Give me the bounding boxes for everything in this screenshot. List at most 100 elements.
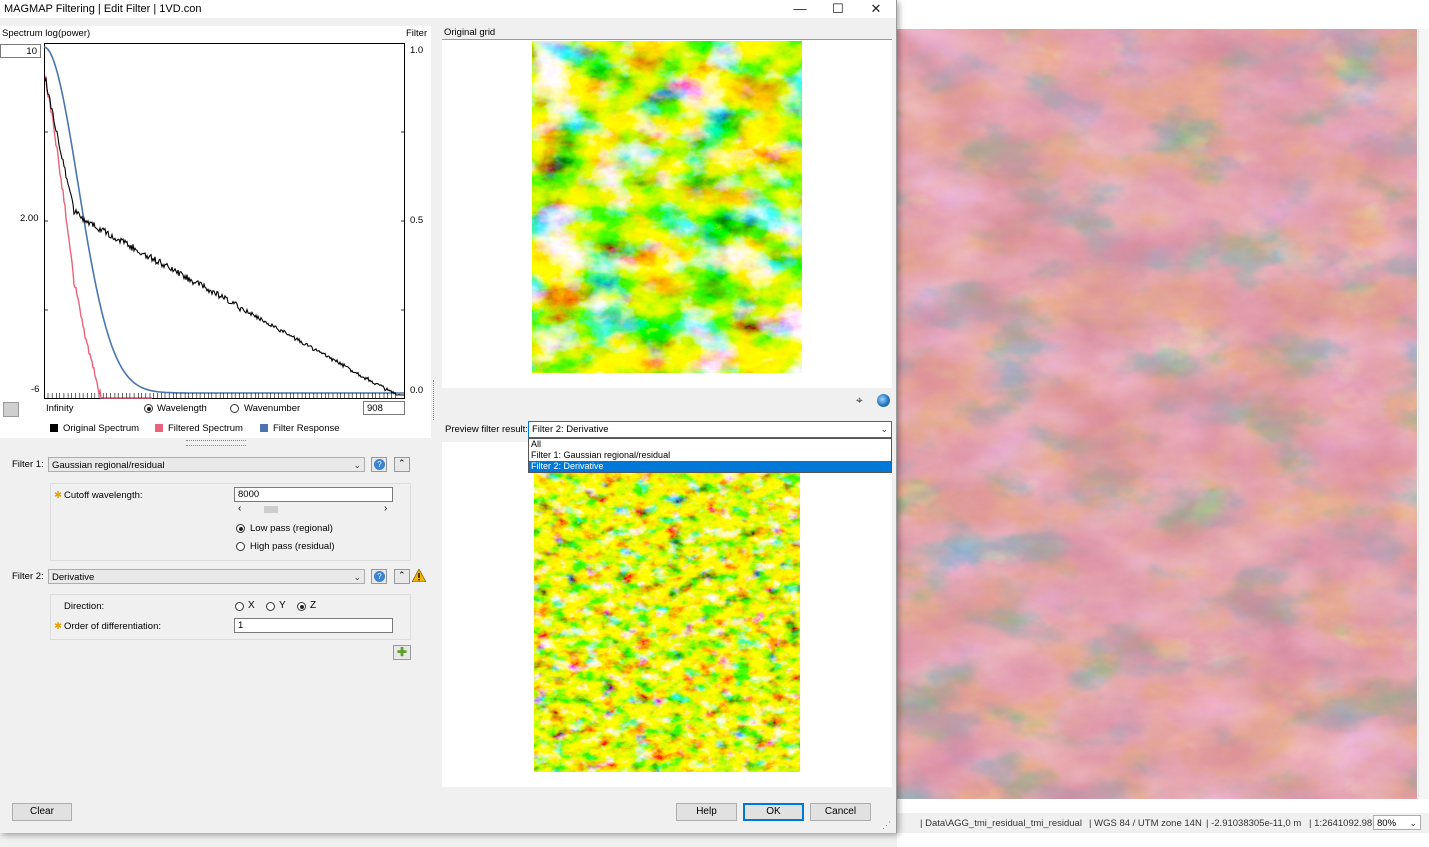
map-view[interactable]: | Data\AGG_tmi_residual_tmi_residual | W…	[897, 0, 1429, 847]
filter-axis-title: Filter	[406, 28, 428, 39]
ok-button[interactable]: OK	[743, 803, 804, 821]
high-pass-radio[interactable]	[236, 542, 245, 551]
preview-dropdown-list: All Filter 1: Gaussian regional/residual…	[528, 438, 892, 473]
filter1-help-button[interactable]: ?	[371, 457, 387, 472]
map-vscrollbar[interactable]	[1418, 29, 1429, 799]
x-axis-ticks	[44, 131, 405, 398]
spectrum-panel: Spectrum log(power) Filter 10 2.00 -6 1.…	[0, 26, 431, 438]
filter2-type-select[interactable]: Derivative ⌄	[48, 569, 365, 584]
right-top-label: 1.0	[410, 45, 424, 56]
chevron-down-icon: ⌄	[1409, 818, 1417, 828]
x-left-label: Infinity	[46, 403, 74, 414]
filtered-spectrum-curve	[44, 71, 152, 399]
status-path: | Data\AGG_tmi_residual_tmi_residual	[920, 818, 1082, 829]
minimize-button[interactable]: —	[780, 0, 820, 18]
dir-y-label: Y	[279, 600, 286, 611]
filter2-params	[50, 594, 411, 640]
filter2-collapse-button[interactable]: ⌃	[394, 569, 410, 584]
statusbar: | Data\AGG_tmi_residual_tmi_residual | W…	[897, 813, 1429, 833]
low-pass-radio[interactable]	[236, 524, 245, 533]
filter1-collapse-button[interactable]: ⌃	[394, 457, 410, 472]
cancel-button[interactable]: Cancel	[810, 803, 871, 821]
chevron-down-icon: ⌄	[353, 460, 361, 470]
right-bottom-label: 0.0	[410, 385, 424, 396]
order-input[interactable]: 1	[234, 618, 393, 633]
chevron-down-icon: ⌄	[353, 572, 361, 582]
plus-icon: ✚	[397, 645, 408, 659]
window-title: MAGMAP Filtering | Edit Filter | 1VD.con	[4, 3, 202, 15]
y-bottom-label: -6	[31, 384, 40, 395]
y-max-input[interactable]: 10	[0, 44, 41, 58]
legend-original: Original Spectrum	[50, 423, 139, 434]
reset-zoom-icon[interactable]	[3, 402, 19, 417]
vertical-splitter[interactable]	[433, 380, 438, 420]
zoom-select[interactable]: 80% ⌄	[1373, 815, 1421, 830]
required-star-icon: ✱	[54, 621, 62, 632]
cutoff-input[interactable]: 8000	[234, 487, 393, 502]
filter2-label: Filter 2:	[12, 571, 44, 582]
filter1-label: Filter 1:	[12, 459, 44, 470]
resize-grip-icon[interactable]: ⋰	[882, 820, 891, 831]
slider-thumb[interactable]	[264, 506, 278, 513]
add-filter-button[interactable]: ✚	[393, 645, 411, 660]
globe-icon[interactable]	[877, 394, 890, 407]
preview-select[interactable]: Filter 2: Derivative ⌄	[528, 421, 892, 438]
status-crs: | WGS 84 / UTM zone 14N	[1089, 818, 1202, 829]
help-icon: ?	[374, 459, 385, 470]
filter-dialog: MAGMAP Filtering | Edit Filter | 1VD.con…	[0, 0, 897, 833]
spectrum-curves	[44, 46, 405, 399]
spectrum-title: Spectrum log(power)	[2, 28, 91, 39]
y-mid-label: 2.00	[20, 213, 39, 224]
chevron-up-icon: ⌃	[398, 570, 406, 580]
high-pass-label: High pass (residual)	[250, 541, 335, 552]
dir-y-radio[interactable]	[266, 602, 275, 611]
chevron-up-icon: ⌃	[398, 458, 406, 468]
wavenumber-label: Wavenumber	[244, 403, 301, 414]
preview-grid-image[interactable]	[534, 472, 800, 772]
chevron-down-icon: ⌄	[880, 424, 888, 434]
original-spectrum-curve	[44, 70, 405, 396]
cutoff-slider[interactable]: ‹ ›	[234, 503, 393, 515]
title-bar: MAGMAP Filtering | Edit Filter | 1VD.con…	[0, 0, 896, 18]
status-scale: | 1:2641092.98	[1309, 818, 1373, 829]
wavelength-label: Wavelength	[157, 403, 207, 414]
wavelength-radio[interactable]	[144, 404, 153, 413]
original-grid-label: Original grid	[444, 27, 496, 38]
cutoff-label: Cutoff wavelength:	[64, 490, 143, 501]
original-grid-panel	[442, 39, 892, 388]
splitter-handle[interactable]	[186, 440, 246, 446]
order-label: Order of differentiation:	[64, 621, 161, 632]
chevron-right-icon[interactable]: ›	[384, 503, 387, 514]
preview-option-filter2[interactable]: Filter 2: Derivative	[529, 461, 891, 472]
original-grid-image[interactable]	[532, 41, 802, 373]
preview-option-filter1[interactable]: Filter 1: Gaussian regional/residual	[529, 450, 891, 461]
maximize-button[interactable]: ☐	[818, 0, 858, 18]
chevron-left-icon[interactable]: ‹	[238, 503, 241, 514]
right-mid-label: 0.5	[410, 215, 424, 226]
zoom-extent-icon[interactable]: ⌖	[856, 393, 863, 408]
preview-toolbar: ⌖	[442, 388, 892, 414]
direction-label: Direction:	[64, 601, 105, 612]
dir-z-radio[interactable]	[297, 602, 306, 611]
close-button[interactable]: ✕	[856, 0, 896, 18]
wavenumber-radio[interactable]	[230, 404, 239, 413]
zoom-value: 80%	[1377, 818, 1397, 829]
clear-button[interactable]: Clear	[12, 803, 72, 821]
legend-response: Filter Response	[260, 423, 340, 434]
required-star-icon: ✱	[54, 490, 62, 501]
help-button[interactable]: Help	[676, 803, 737, 821]
preview-label: Preview filter result:	[445, 424, 528, 435]
x-value-input[interactable]: 908	[363, 401, 405, 415]
filter1-type-select[interactable]: Gaussian regional/residual ⌄	[48, 457, 365, 472]
dir-x-radio[interactable]	[235, 602, 244, 611]
low-pass-label: Low pass (regional)	[250, 523, 333, 534]
preview-option-all[interactable]: All	[529, 439, 891, 450]
filter-response-curve	[44, 46, 404, 394]
dir-z-label: Z	[310, 600, 317, 611]
status-coords: | -2.91038305e-11,0 m	[1206, 818, 1302, 829]
warning-icon	[412, 569, 426, 582]
legend-filtered: Filtered Spectrum	[155, 423, 243, 434]
filter2-help-button[interactable]: ?	[371, 569, 387, 584]
map-canvas[interactable]	[897, 29, 1417, 799]
dir-x-label: X	[248, 600, 255, 611]
